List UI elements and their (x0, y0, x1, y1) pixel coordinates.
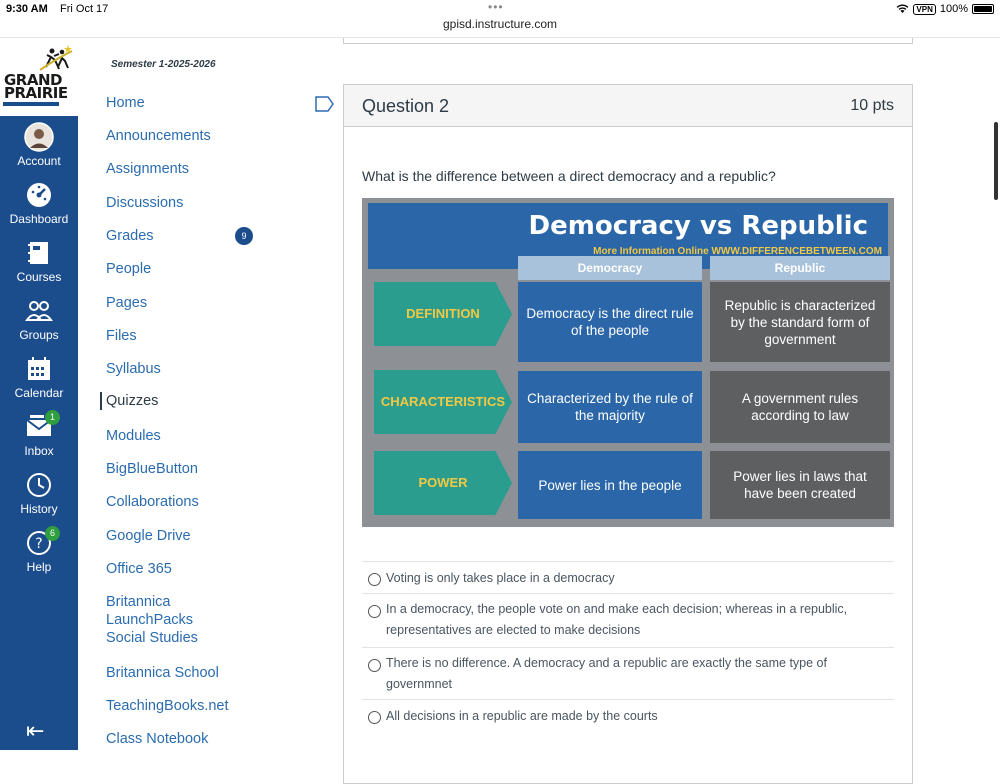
course-nav-bigbluebutton[interactable]: BigBlueButton (106, 460, 246, 478)
global-nav-account[interactable]: Account (0, 116, 78, 174)
answer-radio[interactable] (368, 711, 381, 724)
answer-option[interactable]: There is no difference. A democracy and … (362, 647, 894, 699)
collapse-nav-icon[interactable]: ⇤ (26, 718, 44, 744)
avatar-icon (24, 122, 54, 152)
flag-question-icon[interactable] (315, 96, 335, 112)
infographic-title: Democracy vs Republic (528, 211, 868, 241)
infographic-cell: Republic is characterized by the standar… (710, 282, 890, 362)
course-nav-britannica-school[interactable]: Britannica School (106, 664, 246, 682)
battery-percent: 100% (939, 3, 968, 15)
course-nav-class-notebook[interactable]: Class Notebook (106, 730, 246, 748)
answer-option[interactable]: All decisions in a republic are made by … (362, 699, 894, 739)
global-nav-label: Calendar (14, 386, 64, 400)
logo-wordmark: GRAND PRAIRIE (4, 71, 68, 102)
course-nav-announcements[interactable]: Announcements (106, 127, 246, 145)
global-nav-calendar[interactable]: Calendar (0, 348, 78, 406)
status-indicators: VPN 100% (896, 3, 994, 15)
infographic-cell: Power lies in the people (518, 451, 702, 519)
course-nav-office-365[interactable]: Office 365 (106, 560, 246, 578)
status-date: Fri Oct 17 (60, 3, 109, 15)
infographic-cell: A government rules according to law (710, 371, 890, 443)
democracy-republic-infographic: Democracy vs Republic More Information O… (362, 198, 894, 527)
course-nav-pages[interactable]: Pages (106, 294, 246, 312)
infographic-col-democracy: Democracy (518, 256, 702, 280)
page-scrollbar[interactable] (994, 122, 998, 200)
global-nav-label: History (20, 502, 58, 516)
previous-question-edge (343, 38, 913, 44)
courses-icon (28, 242, 48, 264)
infographic-cell: Characterized by the rule of the majorit… (518, 371, 702, 443)
groups-icon (25, 301, 53, 321)
status-bar: 9:30 AM Fri Oct 17 ••• gpisd.instructure… (0, 0, 1000, 38)
question-header: Question 2 10 pts (344, 85, 912, 127)
course-nav-google-drive[interactable]: Google Drive (106, 527, 246, 545)
course-nav-grades[interactable]: Grades (106, 227, 246, 245)
course-nav-quizzes[interactable]: Quizzes (100, 392, 240, 410)
vpn-badge: VPN (913, 3, 936, 15)
grades-badge: 9 (235, 227, 253, 245)
global-nav-groups[interactable]: Groups (0, 290, 78, 348)
course-nav-home[interactable]: Home (106, 94, 246, 112)
global-nav: Account Dashboard Courses Groups Calenda… (0, 116, 78, 750)
global-nav-label: Dashboard (9, 212, 69, 226)
global-nav-inbox[interactable]: 1 Inbox (0, 406, 78, 464)
question-text: What is the difference between a direct … (362, 168, 776, 184)
address-url[interactable]: gpisd.instructure.com (0, 17, 1000, 31)
answer-text: There is no difference. A democracy and … (386, 656, 827, 691)
course-nav-discussions[interactable]: Discussions (106, 194, 246, 212)
answer-text: Voting is only takes place in a democrac… (386, 571, 615, 585)
infographic-cell: Democracy is the direct rule of the peop… (518, 282, 702, 362)
logo-underline (3, 102, 59, 106)
global-nav-history[interactable]: History (0, 464, 78, 522)
infographic-row-label: DEFINITION (374, 282, 512, 346)
course-nav-britannica-launchpacks[interactable]: Britannica LaunchPacks Social Studies (106, 593, 236, 647)
answer-radio[interactable] (368, 659, 381, 672)
course-nav-collaborations[interactable]: Collaborations (106, 493, 246, 511)
multitasking-dots[interactable]: ••• (488, 0, 504, 14)
help-badge: 6 (45, 526, 60, 541)
question-points: 10 pts (850, 97, 894, 114)
course-nav-modules[interactable]: Modules (106, 427, 246, 445)
course-nav-people[interactable]: People (106, 260, 246, 278)
answer-radio[interactable] (368, 605, 381, 618)
wifi-icon (897, 4, 909, 13)
semester-label: Semester 1-2025-2026 (111, 59, 216, 70)
battery-icon (972, 4, 994, 14)
infographic-col-republic: Republic (710, 256, 890, 280)
global-nav-help[interactable]: ? 6 Help (0, 522, 78, 580)
global-nav-label: Help (26, 560, 52, 574)
question-card: Question 2 10 pts What is the difference… (343, 84, 913, 784)
history-icon (27, 473, 51, 497)
district-logo[interactable]: GRAND PRAIRIE (0, 40, 78, 116)
course-nav-files[interactable]: Files (106, 327, 246, 345)
course-nav-teachingbooks[interactable]: TeachingBooks.net (106, 697, 246, 715)
svg-text:?: ? (35, 536, 42, 552)
answer-option[interactable]: In a democracy, the people vote on and m… (362, 593, 894, 647)
course-nav: Semester 1-2025-2026 Home Announcements … (78, 40, 340, 750)
answer-radio[interactable] (368, 573, 381, 586)
infographic-row-label: POWER (374, 451, 512, 515)
global-nav-label: Inbox (24, 444, 54, 458)
global-nav-dashboard[interactable]: Dashboard (0, 174, 78, 232)
runner-logo-icon (39, 45, 73, 71)
answer-option[interactable]: Voting is only takes place in a democrac… (362, 561, 894, 593)
global-nav-label: Groups (19, 328, 59, 342)
infographic-cell: Power lies in laws that have been create… (710, 451, 890, 519)
course-nav-syllabus[interactable]: Syllabus (106, 360, 246, 378)
global-nav-label: Courses (16, 270, 62, 284)
answer-text: In a democracy, the people vote on and m… (386, 602, 848, 637)
course-nav-assignments[interactable]: Assignments (106, 160, 246, 178)
calendar-icon (28, 357, 50, 380)
global-nav-courses[interactable]: Courses (0, 232, 78, 290)
global-nav-label: Account (17, 154, 61, 168)
infographic-row-label: CHARACTERISTICS (374, 370, 512, 434)
status-time: 9:30 AM (6, 3, 48, 15)
dashboard-icon (27, 183, 51, 207)
question-title: Question 2 (362, 96, 450, 116)
answer-text: All decisions in a republic are made by … (386, 709, 658, 723)
inbox-badge: 1 (45, 410, 60, 425)
